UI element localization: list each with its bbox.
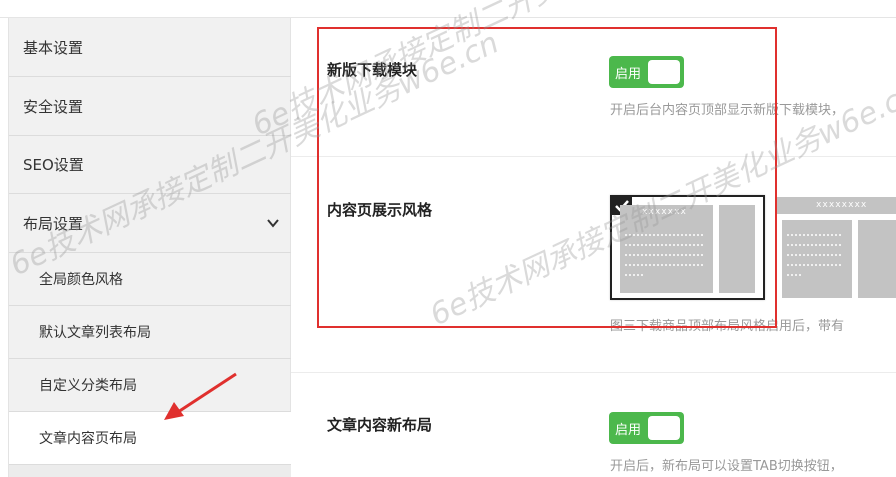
toggle-label: 启用: [615, 423, 642, 438]
toggle-knob: [648, 60, 680, 84]
setting-label-content-style: 内容页展示风格: [327, 201, 433, 219]
style-option-1[interactable]: xxxxxxx: [610, 195, 765, 300]
setting-desc-download-module: 开启后台内容页顶部显示新版下载模块，: [610, 103, 845, 118]
sidebar-subitem-content-layout[interactable]: 文章内容页布局: [9, 412, 292, 465]
toggle-label: 启用: [615, 67, 642, 82]
chevron-down-icon: [267, 219, 279, 228]
setting-desc-content-style: 图三下载商品顶部布局风格启用后，带有: [610, 319, 845, 334]
style-preview-2: [776, 197, 896, 298]
sidebar-item-label: 基本设置: [23, 38, 84, 57]
setting-label-new-layout: 文章内容新布局: [327, 416, 433, 434]
sidebar: 基本设置 安全设置 SEO设置 布局设置 全局颜色风格 默认文章列表布局 自定义…: [8, 18, 292, 477]
download-module-toggle[interactable]: 启用: [609, 56, 684, 88]
row-divider: [291, 156, 896, 157]
sidebar-subitem-article-list[interactable]: 默认文章列表布局: [9, 306, 292, 359]
new-layout-toggle[interactable]: 启用: [609, 412, 684, 444]
sidebar-subitem-label: 全局颜色风格: [39, 272, 123, 288]
settings-panel: 新版下载模块 启用 开启后台内容页顶部显示新版下载模块， 内容页展示风格 xxx…: [291, 18, 896, 477]
sidebar-subitem-global-color[interactable]: 全局颜色风格: [9, 253, 292, 306]
sidebar-subitem-label: 文章内容页布局: [39, 431, 137, 447]
sidebar-item-basic[interactable]: 基本设置: [9, 18, 292, 77]
top-bar: [0, 0, 896, 18]
sidebar-subitem-label: 默认文章列表布局: [39, 325, 151, 341]
sidebar-item-label: 安全设置: [23, 97, 84, 116]
sidebar-item-layout[interactable]: 布局设置: [9, 194, 292, 253]
toggle-knob: [648, 416, 680, 440]
sidebar-subitem-label: 自定义分类布局: [39, 378, 137, 394]
sidebar-subitem-category-layout[interactable]: 自定义分类布局: [9, 359, 292, 412]
style-option-2[interactable]: xxxxxxxx: [776, 195, 896, 300]
app-root: 基本设置 安全设置 SEO设置 布局设置 全局颜色风格 默认文章列表布局 自定义…: [0, 0, 896, 477]
sidebar-item-security[interactable]: 安全设置: [9, 77, 292, 136]
style-preview-1: [620, 205, 755, 293]
sidebar-item-label: SEO设置: [23, 155, 84, 174]
sidebar-next-item: [9, 464, 292, 477]
style-preview-header: xxxxxxx: [642, 207, 687, 217]
row-divider: [291, 372, 896, 373]
style-preview-header: xxxxxxxx: [816, 200, 868, 210]
sidebar-item-label: 布局设置: [23, 214, 84, 233]
sidebar-item-seo[interactable]: SEO设置: [9, 135, 292, 194]
annotation-arrow-icon: [164, 372, 237, 420]
setting-desc-new-layout: 开启后，新布局可以设置TAB切换按钮，: [610, 459, 843, 474]
setting-label-download-module: 新版下载模块: [327, 61, 418, 79]
